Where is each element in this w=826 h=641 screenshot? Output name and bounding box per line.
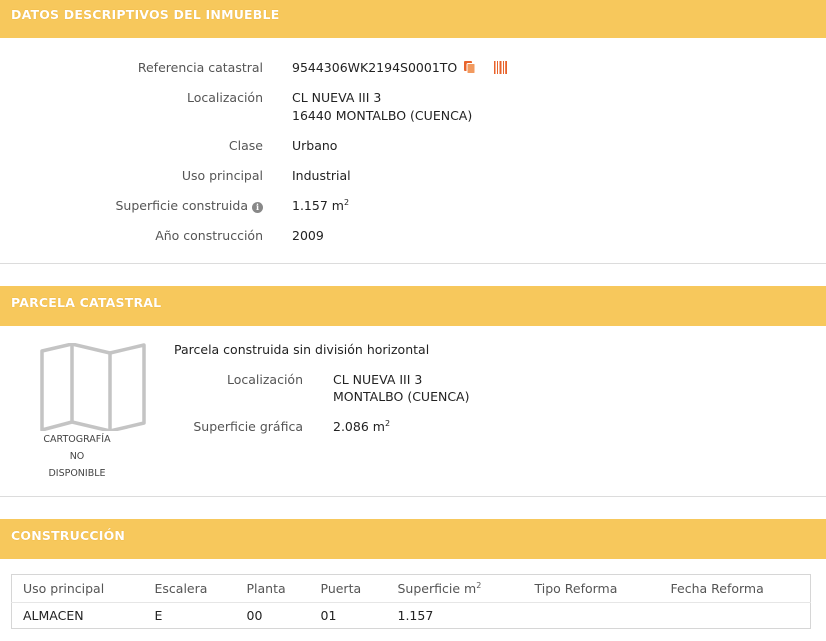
clase-value: Urbano (292, 138, 338, 153)
superficie-construida-number: 1.157 m (292, 198, 344, 213)
superficie-construida-unit-sup: 2 (343, 197, 350, 207)
cell-tipo-reforma (524, 603, 660, 629)
carto-line-2: NO (69, 451, 85, 462)
cell-uso-principal: ALMACEN (23, 608, 84, 623)
referencia-text[interactable]: 9544306WK2194S0001TO (292, 60, 457, 75)
cell-fecha-reforma (660, 603, 811, 629)
anio-construccion-value: 2009 (292, 228, 324, 243)
referencia-value: 9544306WK2194S0001TO (292, 60, 508, 77)
parcela-description: Parcela construida sin división horizont… (174, 342, 430, 357)
parcela-localizacion-line1: CL NUEVA III 3 (333, 372, 423, 387)
col-superficie-sup: 2 (476, 580, 482, 590)
cell-superficie: 1.157 (397, 608, 434, 623)
info-icon[interactable]: i (252, 202, 263, 213)
barcode-icon[interactable] (494, 61, 508, 77)
section-divider (0, 263, 826, 264)
cell-planta: 00 (246, 608, 263, 623)
carto-line-3: DISPONIBLE (48, 468, 106, 479)
clase-label: Clase (228, 138, 263, 153)
construccion-section-header: CONSTRUCCIÓN (0, 519, 826, 559)
localizacion-label: Localización (186, 90, 263, 105)
col-uso-principal[interactable]: Uso principal (11, 574, 144, 603)
superficie-grafica-value: 2.086 m2 (333, 419, 390, 434)
uso-principal-value: Industrial (292, 168, 351, 183)
table-row: ALMACEN E 00 01 1.157 (12, 603, 811, 629)
superficie-grafica-number: 2.086 m (333, 419, 385, 434)
superficie-construida-text: Superficie construida (115, 198, 249, 213)
section-divider (0, 496, 826, 497)
parcela-localizacion-label: Localización (226, 372, 303, 387)
col-superficie[interactable]: Superficie m2 (386, 574, 524, 603)
cell-escalera: E (154, 608, 163, 623)
construccion-table: Uso principal Escalera Planta Puerta Sup… (11, 574, 811, 629)
referencia-label: Referencia catastral (137, 60, 263, 75)
anio-construccion-label: Año construcción (155, 228, 263, 243)
uso-principal-label: Uso principal (181, 168, 263, 183)
cartografia-no-disponible: CARTOGRAFÍA NO DISPONIBLE (29, 431, 125, 482)
copy-icon[interactable] (463, 60, 476, 77)
col-planta[interactable]: Planta (235, 574, 310, 603)
superficie-construida-label: Superficie construida i (43, 198, 263, 213)
col-escalera[interactable]: Escalera (143, 574, 236, 603)
localizacion-line2: 16440 MONTALBO (CUENCA) (292, 108, 473, 123)
superficie-grafica-unit-sup: 2 (384, 418, 391, 428)
folded-map-icon (40, 343, 146, 431)
parcela-localizacion-line2: MONTALBO (CUENCA) (333, 389, 470, 404)
superficie-construida-value: 1.157 m2 (292, 198, 349, 213)
parcela-section-header: PARCELA CATASTRAL (0, 286, 826, 326)
localizacion-line1: CL NUEVA III 3 (292, 90, 382, 105)
inmueble-section-header: DATOS DESCRIPTIVOS DEL INMUEBLE (0, 0, 826, 38)
superficie-grafica-label: Superficie gráfica (193, 419, 303, 434)
cell-puerta: 01 (320, 608, 337, 623)
col-tipo-reforma[interactable]: Tipo Reforma (523, 574, 660, 603)
table-header-row: Uso principal Escalera Planta Puerta Sup… (11, 574, 811, 603)
col-puerta[interactable]: Puerta (309, 574, 387, 603)
col-superficie-label: Superficie m (397, 581, 477, 596)
col-fecha-reforma[interactable]: Fecha Reforma (659, 574, 811, 603)
